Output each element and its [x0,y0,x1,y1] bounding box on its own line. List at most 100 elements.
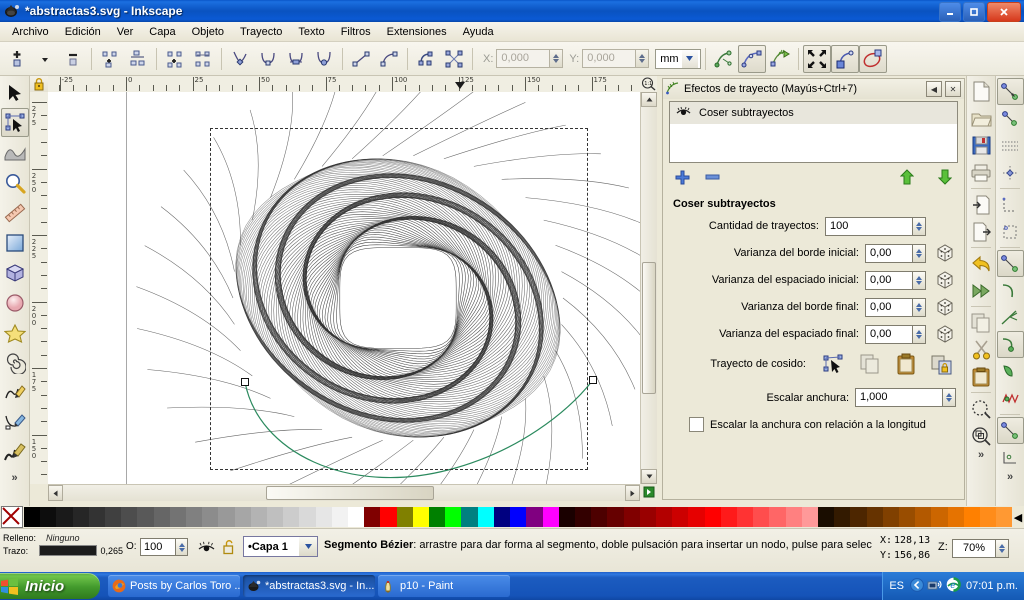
path-scissors-button[interactable] [997,304,1024,331]
zoom-input[interactable]: 70% [952,539,996,558]
zoom-field[interactable]: 70% [952,539,1009,558]
palette-swatch[interactable] [24,507,41,527]
palette-swatch[interactable] [412,507,430,527]
palette-swatch[interactable] [429,507,446,527]
fill-indicator[interactable]: Relleno: Ninguno [3,532,123,543]
palette-swatch[interactable] [704,507,721,527]
unit-select[interactable]: mm [655,48,702,69]
zoom-selection-button[interactable] [968,395,995,422]
show-node-handles-button[interactable] [996,417,1024,444]
zoom-drawing-button[interactable] [968,422,995,449]
palette-swatch[interactable] [153,507,170,527]
commands-more-button-2[interactable]: » [1007,471,1013,483]
palette-swatch[interactable] [72,507,89,527]
palette-swatch[interactable] [169,507,187,527]
spin-down-icon[interactable] [916,307,922,312]
show-path-outline-button[interactable] [766,45,794,73]
canvas-vertical-scrollbar[interactable] [640,92,657,484]
copy-path-button[interactable] [856,352,884,376]
ruler-zoom-indicator[interactable]: 1:1 [640,76,657,92]
chevron-down-icon[interactable] [299,537,317,556]
spin-up-icon[interactable] [999,544,1005,548]
spin-up-icon[interactable] [178,542,185,547]
palette-swatch[interactable] [364,507,381,527]
palette-swatch[interactable] [672,507,689,527]
toolbox-more-button[interactable]: » [11,472,17,484]
segment-to-curve-button[interactable] [375,45,403,73]
snap-center-button[interactable] [997,191,1024,218]
palette-swatch[interactable] [996,507,1013,527]
palette-swatch[interactable] [801,507,818,527]
menu-item-filtros[interactable]: Filtros [333,24,379,40]
measure-tool[interactable] [1,198,29,227]
effect-param-field[interactable]: 100 [825,216,926,236]
remove-effect-button[interactable] [701,167,723,187]
palette-swatch[interactable] [396,507,413,527]
randomize-dice-button[interactable] [934,270,956,290]
paste-path-button[interactable] [892,352,920,376]
y-coordinate-field[interactable]: 0,000 [582,49,650,68]
menu-item-capa[interactable]: Capa [141,24,183,40]
minimize-button[interactable] [939,2,961,22]
y-coordinate-input[interactable]: 0,000 [582,49,637,68]
path-effect-item[interactable]: Coser subtrayectos [670,102,957,124]
palette-swatch[interactable] [250,507,268,527]
insert-node-button[interactable] [3,45,31,73]
save-document-button[interactable] [968,132,995,159]
move-effect-down-button[interactable] [934,167,956,187]
insert-node-dropdown[interactable] [31,45,59,73]
taskbar-button[interactable]: *abstractas3.svg - In... [243,575,375,597]
spin-up-icon[interactable] [553,54,560,58]
scroll-right-arrow[interactable] [625,485,640,501]
node-cusp-command-button[interactable] [996,250,1024,277]
scroll-down-arrow[interactable] [641,469,657,484]
node-editor-tool[interactable] [0,108,29,137]
spin-up-icon[interactable] [916,329,922,334]
spin-up-icon[interactable] [916,302,922,307]
y-coordinate-spinner[interactable] [636,49,650,68]
palette-swatch[interactable] [202,507,219,527]
scale-width-input[interactable]: 1,000 [855,388,943,407]
palette-swatch[interactable] [688,507,705,527]
menu-item-texto[interactable]: Texto [290,24,332,40]
palette-swatch[interactable] [574,507,592,527]
join-with-segment-button[interactable] [161,45,189,73]
curve-command-button[interactable] [997,277,1024,304]
tweak-tool[interactable] [1,138,29,167]
palette-swatch[interactable] [639,507,656,527]
next-path-effect-param-button[interactable] [803,44,832,73]
print-document-button[interactable] [968,159,995,186]
palette-swatch[interactable] [105,507,122,527]
opacity-input[interactable]: 100 [140,538,176,556]
effect-param-input[interactable]: 0,00 [865,324,913,344]
path-leaf-button[interactable] [997,358,1024,385]
menu-item-objeto[interactable]: Objeto [184,24,232,40]
style-indicator[interactable]: Relleno: Ninguno Trazo: 0,265 [3,532,123,558]
palette-swatch[interactable] [963,507,980,527]
snap-intersections-button[interactable] [997,159,1024,186]
chevron-down-icon[interactable] [681,49,698,68]
palette-swatch[interactable] [186,507,203,527]
randomize-dice-button[interactable] [934,324,956,344]
palette-swatch[interactable] [461,507,478,527]
effect-param-spinner[interactable] [913,270,926,290]
no-color-swatch[interactable] [1,506,23,528]
x-coordinate-input[interactable]: 0,000 [496,49,551,68]
tray-clock[interactable]: 07:01 p.m. [966,580,1018,592]
rectangle-tool[interactable] [1,228,29,257]
palette-swatch[interactable] [40,507,57,527]
palette-swatch[interactable] [234,507,251,527]
scroll-up-arrow[interactable] [641,92,657,107]
taskbar-button[interactable]: Posts by Carlos Toro ... [108,575,240,597]
palette-scroll-left[interactable]: ◀ [1012,506,1024,528]
menu-item-edicin[interactable]: Edición [57,24,109,40]
palette-swatch[interactable] [882,507,899,527]
stroke-to-path-button[interactable] [440,45,468,73]
randomize-dice-button[interactable] [934,297,956,317]
x-coordinate-field[interactable]: 0,000 [496,49,564,68]
close-button[interactable] [987,2,1021,22]
node-symmetric-button[interactable] [282,45,310,73]
menu-item-extensiones[interactable]: Extensiones [379,24,455,40]
spin-down-icon[interactable] [916,334,922,339]
panel-collapse-button[interactable]: ◀ [926,81,942,97]
